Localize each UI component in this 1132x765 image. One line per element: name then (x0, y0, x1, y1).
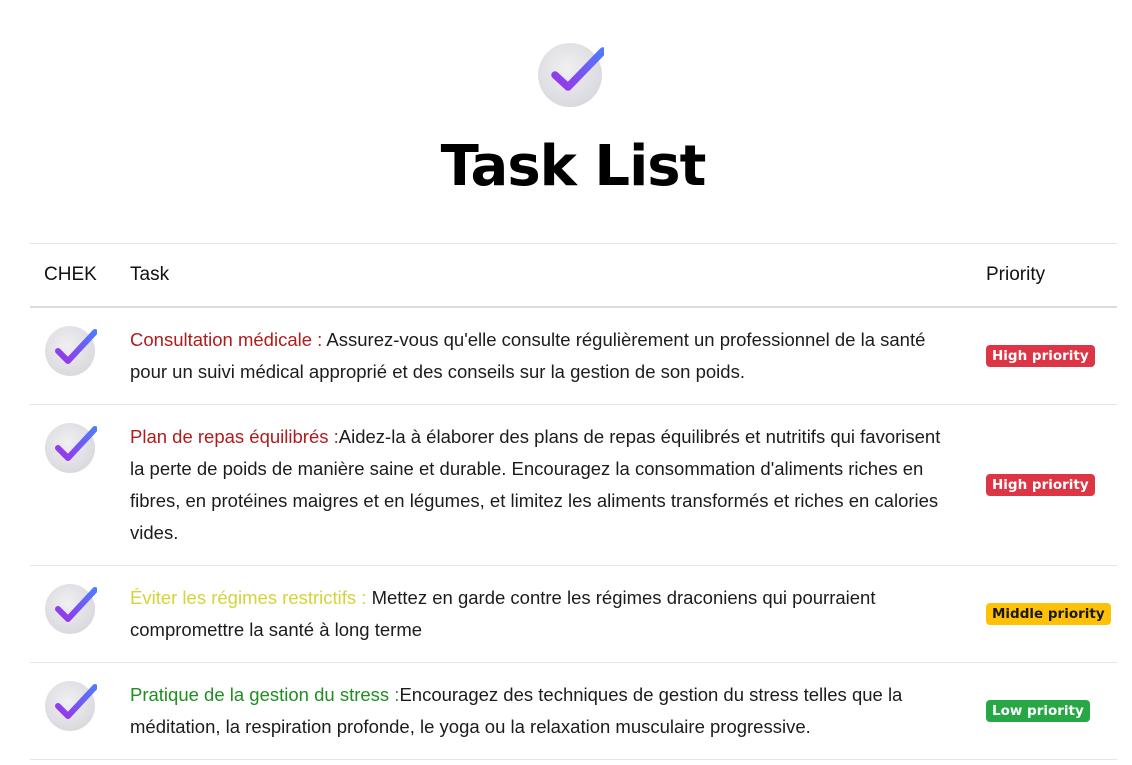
checkmark-circle-icon[interactable] (45, 324, 97, 376)
task-label: Consultation médicale : (130, 329, 327, 350)
page-title: Task List (440, 134, 707, 199)
task-label: Plan de repas équilibrés : (130, 426, 339, 447)
table-row: Éviter les régimes restrictifs : Mettez … (30, 565, 1117, 663)
task-cell: Consultation médicale : Assurez-vous qu'… (116, 307, 972, 405)
checkmark-circle-icon[interactable] (45, 421, 97, 473)
checkmark-circle-icon (538, 43, 604, 107)
column-header-priority: Priority (972, 243, 1117, 308)
priority-cell: High priority (972, 404, 1117, 566)
priority-cell: High priority (972, 307, 1117, 405)
table-row: Pratique de la gestion du stress :Encour… (30, 662, 1117, 760)
column-header-check: CHEK (30, 243, 116, 308)
check-cell (30, 404, 116, 566)
task-label: Pratique de la gestion du stress : (130, 684, 400, 705)
task-table: CHEK Task Priority Consultation médicale… (30, 243, 1117, 760)
priority-badge: High priority (986, 474, 1095, 496)
column-header-task: Task (116, 243, 972, 308)
task-list-page: Task List CHEK Task Priority Consultatio… (0, 0, 1132, 765)
table-row: Plan de repas équilibrés :Aidez-la à éla… (30, 404, 1117, 566)
task-cell: Éviter les régimes restrictifs : Mettez … (116, 565, 972, 663)
priority-cell: Middle priority (972, 565, 1117, 663)
task-table-body: Consultation médicale : Assurez-vous qu'… (30, 307, 1117, 760)
table-row: Consultation médicale : Assurez-vous qu'… (30, 307, 1117, 405)
checkmark-circle-icon[interactable] (45, 582, 97, 634)
priority-cell: Low priority (972, 662, 1117, 760)
priority-badge: High priority (986, 345, 1095, 367)
task-cell: Plan de repas équilibrés :Aidez-la à éla… (116, 404, 972, 566)
task-label: Éviter les régimes restrictifs : (130, 587, 372, 608)
task-cell: Pratique de la gestion du stress :Encour… (116, 662, 972, 760)
priority-badge: Low priority (986, 700, 1090, 722)
checkmark-circle-icon[interactable] (45, 679, 97, 731)
priority-badge: Middle priority (986, 603, 1111, 625)
check-cell (30, 307, 116, 405)
check-cell (30, 662, 116, 760)
check-cell (30, 565, 116, 663)
table-header-row: CHEK Task Priority (30, 243, 1117, 308)
